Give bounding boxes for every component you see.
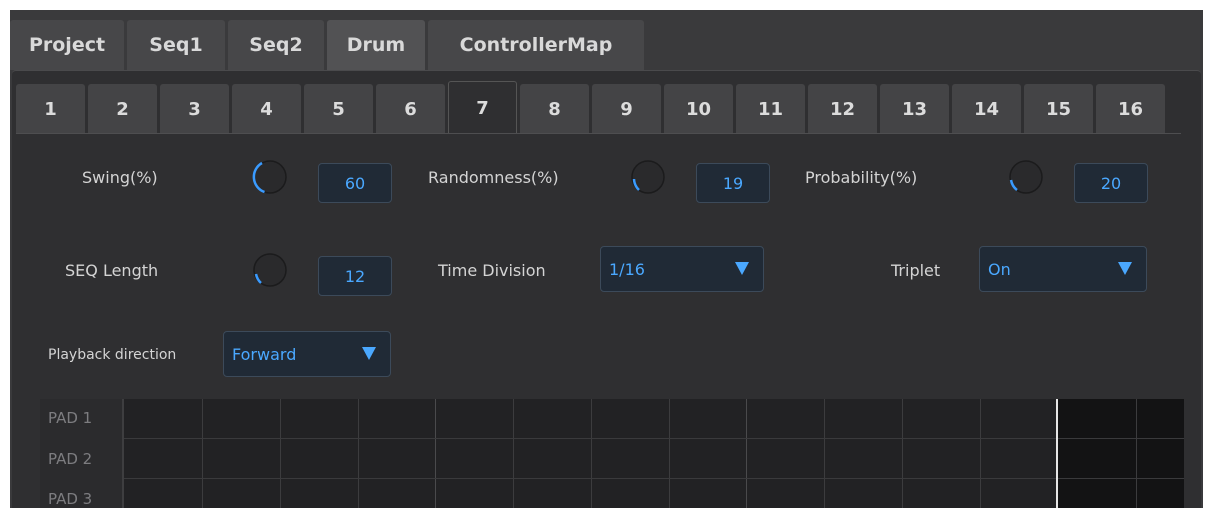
step-sequencer-grid: PAD 1 PAD 2 PAD 3 <box>40 399 1184 508</box>
tab-number: 16 <box>1117 98 1144 120</box>
probability-value[interactable]: 20 <box>1074 163 1148 203</box>
drum-editor-window: Project Seq1 Seq2 Drum ControllerMap 1 2… <box>10 10 1203 508</box>
pad-label: PAD 3 <box>48 490 93 508</box>
tab-pad-6[interactable]: 6 <box>376 84 445 134</box>
tab-seq2[interactable]: Seq2 <box>228 20 324 70</box>
tab-pad-9[interactable]: 9 <box>592 84 661 134</box>
tab-pad-12[interactable]: 12 <box>808 84 877 134</box>
time-division-selected-value: 1/16 <box>609 259 645 279</box>
grid-line <box>591 399 592 508</box>
tab-number: 4 <box>260 98 273 120</box>
pad-label-column: PAD 1 PAD 2 PAD 3 <box>40 399 124 508</box>
tab-pad-4[interactable]: 4 <box>232 84 301 134</box>
dropdown-arrow-icon <box>735 262 749 275</box>
tab-number: 14 <box>973 98 1000 120</box>
tab-drum[interactable]: Drum <box>327 20 425 70</box>
tab-number: 13 <box>901 98 928 120</box>
triplet-label: Triplet <box>891 261 941 280</box>
tab-number: 9 <box>620 98 633 120</box>
tab-pad-11[interactable]: 11 <box>736 84 805 134</box>
tab-label: Project <box>28 34 106 56</box>
seq-length-value[interactable]: 12 <box>318 256 392 296</box>
tab-number: 5 <box>332 98 345 120</box>
tab-number: 1 <box>44 98 57 120</box>
dropdown-arrow-icon <box>362 347 376 360</box>
seq-length-label: SEQ Length <box>65 261 159 280</box>
triplet-selected-value: On <box>988 259 1011 279</box>
tab-label: Seq2 <box>249 34 303 56</box>
randomness-knob[interactable] <box>630 159 666 195</box>
tab-number: 8 <box>548 98 561 120</box>
sequence-end-marker[interactable] <box>1056 399 1058 508</box>
pad-label: PAD 1 <box>48 409 93 427</box>
tab-pad-2[interactable]: 2 <box>88 84 157 134</box>
tab-number: 6 <box>404 98 417 120</box>
probability-knob[interactable] <box>1008 159 1044 195</box>
grid-line <box>358 399 359 508</box>
grid-line <box>435 399 436 508</box>
tab-seq1[interactable]: Seq1 <box>127 20 225 70</box>
randomness-value[interactable]: 19 <box>696 163 770 203</box>
grid-line <box>824 399 825 508</box>
randomness-label: Randomness(%) <box>428 168 559 187</box>
grid-row-line <box>124 478 1184 479</box>
tab-number: 12 <box>829 98 856 120</box>
time-division-label: Time Division <box>438 261 546 280</box>
grid-line <box>669 399 670 508</box>
tab-pad-13[interactable]: 13 <box>880 84 949 134</box>
grid-row-line <box>124 438 1184 439</box>
tab-pad-16[interactable]: 16 <box>1096 84 1165 134</box>
swing-label: Swing(%) <box>82 168 158 187</box>
tab-controllermap[interactable]: ControllerMap <box>428 20 644 70</box>
playback-direction-selected-value: Forward <box>232 344 297 364</box>
grid-line <box>513 399 514 508</box>
tab-label: Seq1 <box>149 34 203 56</box>
tab-number: 15 <box>1045 98 1072 120</box>
grid-line <box>746 399 747 508</box>
time-division-select[interactable]: 1/16 <box>600 246 764 292</box>
tab-pad-14[interactable]: 14 <box>952 84 1021 134</box>
triplet-select[interactable]: On <box>979 246 1147 292</box>
swing-value[interactable]: 60 <box>318 163 392 203</box>
tab-pad-15[interactable]: 15 <box>1024 84 1093 134</box>
inactive-steps-region <box>1058 399 1184 508</box>
tab-project[interactable]: Project <box>10 20 124 70</box>
grid-line <box>202 399 203 508</box>
tab-pad-5[interactable]: 5 <box>304 84 373 134</box>
tab-pad-1[interactable]: 1 <box>16 84 85 134</box>
tab-label: ControllerMap <box>459 34 613 56</box>
tab-pad-10[interactable]: 10 <box>664 84 733 134</box>
seq-length-knob[interactable] <box>252 252 288 288</box>
dropdown-arrow-icon <box>1118 262 1132 275</box>
pad-number-tab-bar: 1 2 3 4 5 6 7 8 9 10 11 12 13 14 15 16 <box>16 81 1165 134</box>
tab-number: 7 <box>476 97 489 119</box>
probability-label: Probability(%) <box>805 168 918 187</box>
tab-pad-3[interactable]: 3 <box>160 84 229 134</box>
tab-number: 11 <box>757 98 784 120</box>
grid-line <box>280 399 281 508</box>
grid-line <box>902 399 903 508</box>
tab-label: Drum <box>346 34 406 56</box>
grid-line <box>1136 399 1137 508</box>
drum-panel: 1 2 3 4 5 6 7 8 9 10 11 12 13 14 15 16 S… <box>12 70 1201 508</box>
pad-label: PAD 2 <box>48 450 93 468</box>
step-cells-area[interactable] <box>124 399 1184 508</box>
tab-pad-7[interactable]: 7 <box>448 81 517 134</box>
tab-pad-8[interactable]: 8 <box>520 84 589 134</box>
playback-direction-select[interactable]: Forward <box>223 331 391 377</box>
tab-number: 10 <box>685 98 712 120</box>
tab-bar-divider <box>16 133 1181 134</box>
playback-direction-label: Playback direction <box>48 347 177 363</box>
grid-line <box>980 399 981 508</box>
tab-number: 3 <box>188 98 201 120</box>
tab-number: 2 <box>116 98 129 120</box>
swing-knob[interactable] <box>252 159 288 195</box>
top-tab-bar: Project Seq1 Seq2 Drum ControllerMap <box>10 10 647 70</box>
